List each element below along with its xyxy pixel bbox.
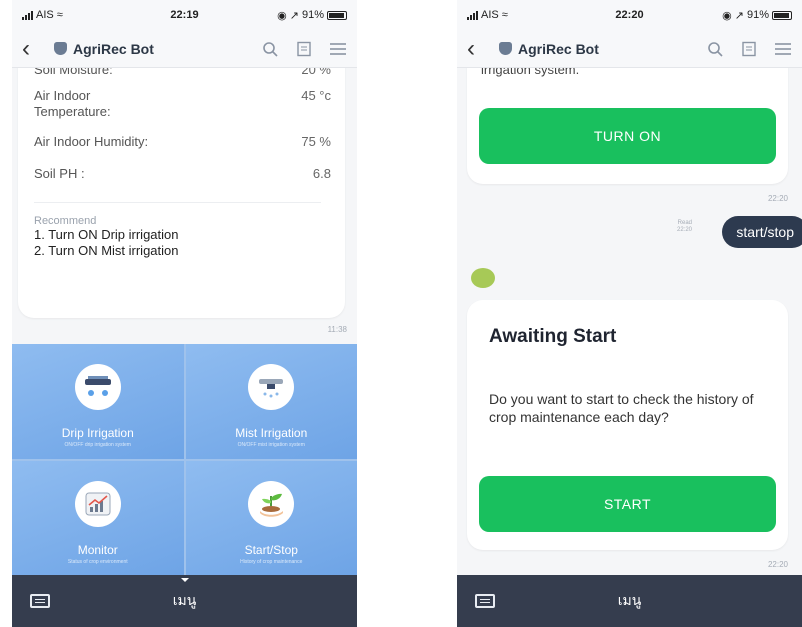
status-bar: AIS ≈ 22:19 ◉ ↗ 91% xyxy=(12,0,357,30)
location-icon: ◉ xyxy=(277,9,287,22)
back-icon[interactable]: ‹ xyxy=(22,36,44,61)
status-right: ◉ ↗ 91% xyxy=(277,9,347,22)
wifi-icon: ≈ xyxy=(56,9,63,21)
official-shield-icon xyxy=(499,42,512,55)
status-bar: AIS ≈ 22:20 ◉ ↗ 91% xyxy=(457,0,802,30)
user-message-bubble[interactable]: start/stop xyxy=(722,216,802,248)
card-body: Do you want to start to check the histor… xyxy=(489,391,754,425)
hamburger-menu-icon[interactable] xyxy=(774,40,792,58)
soil-moisture-value: 20 % xyxy=(301,68,331,77)
card-partial-text: irrigation system. xyxy=(481,68,580,77)
message-timestamp: 11:38 xyxy=(327,325,347,334)
notes-icon[interactable] xyxy=(740,40,758,58)
sensor-status-card: Soil Moisture: 20 % Air Indoor Temperatu… xyxy=(18,68,345,318)
read-label: Read xyxy=(677,220,692,226)
search-icon[interactable] xyxy=(706,40,724,58)
caret-down-icon xyxy=(180,578,189,582)
bluetooth-icon: ↗ xyxy=(734,9,744,22)
tile-name: Mist Irrigation xyxy=(235,426,308,440)
read-receipt: Read 22:20 xyxy=(677,220,692,234)
chat-header: ‹ AgriRec Bot xyxy=(12,30,357,68)
read-time: 22:20 xyxy=(676,227,692,233)
card-title: Awaiting Start xyxy=(489,326,617,347)
irrigation-card: irrigation system. TURN ON xyxy=(467,68,788,184)
air-humidity-label: Air Indoor Humidity: xyxy=(34,134,149,149)
carrier-indicator: AIS ≈ xyxy=(22,9,63,21)
tile-name: Start/Stop xyxy=(244,542,298,557)
drip-irrigation-icon xyxy=(74,364,121,410)
menu-label: เมนู xyxy=(617,592,642,608)
soil-ph-label: Soil PH : xyxy=(34,166,85,181)
battery-percent: 91% xyxy=(746,9,769,21)
keyboard-icon[interactable] xyxy=(30,594,50,608)
card-divider xyxy=(34,202,321,203)
back-icon[interactable]: ‹ xyxy=(467,36,489,61)
keyboard-icon[interactable] xyxy=(475,594,495,608)
chat-area[interactable]: irrigation system. TURN ON 22:20 Read 22… xyxy=(457,68,802,575)
air-temperature-row: Air Indoor Temperature: 45 °c xyxy=(34,88,331,120)
awaiting-start-card: Awaiting Start Do you want to start to c… xyxy=(467,300,788,550)
message-timestamp: 22:20 xyxy=(767,194,788,203)
signal-icon xyxy=(22,10,33,20)
carrier-name: AIS xyxy=(36,9,54,21)
air-temperature-label: Air Indoor Temperature: xyxy=(34,88,111,119)
soil-ph-row: Soil PH : 6.8 xyxy=(34,166,331,182)
menu-label: เมนู xyxy=(172,592,197,608)
monitor-chart-icon xyxy=(74,480,121,527)
sprout-hand-icon xyxy=(248,480,295,527)
soil-ph-value: 6.8 xyxy=(312,166,331,181)
rich-menu-drip-irrigation[interactable]: Drip Irrigation ON/OFF drip irrigation s… xyxy=(12,344,184,459)
bottom-bar: เมนู xyxy=(12,575,357,627)
official-shield-icon xyxy=(54,42,67,55)
carrier-name: AIS xyxy=(481,9,499,21)
mist-irrigation-icon xyxy=(248,364,295,410)
recommend-line-2: 2. Turn ON Mist irrigation xyxy=(34,243,179,258)
tile-description: ON/OFF drip irrigation system xyxy=(64,442,131,448)
location-icon: ◉ xyxy=(722,9,732,22)
battery-icon xyxy=(772,10,792,20)
menu-toggle[interactable]: เมนู xyxy=(50,578,319,612)
tile-name: Monitor xyxy=(77,542,118,557)
air-humidity-row: Air Indoor Humidity: 75 % xyxy=(34,134,331,150)
rich-menu-mist-irrigation[interactable]: Mist Irrigation ON/OFF mist irrigation s… xyxy=(185,344,357,459)
tile-description: History of crop maintenance xyxy=(240,558,303,565)
signal-icon xyxy=(467,10,478,20)
soil-moisture-label: Soil Moisture: xyxy=(34,68,113,77)
wifi-icon: ≈ xyxy=(501,9,508,21)
tile-description: Status of crop environment xyxy=(67,558,128,565)
air-humidity-value: 75 % xyxy=(301,134,331,149)
chat-area[interactable]: Soil Moisture: 20 % Air Indoor Temperatu… xyxy=(12,68,357,344)
status-right: ◉ ↗ 91% xyxy=(722,9,792,22)
message-timestamp: 22:20 xyxy=(767,560,788,569)
chat-header: ‹ AgriRec Bot xyxy=(457,30,802,68)
bluetooth-icon: ↗ xyxy=(289,9,299,22)
menu-toggle[interactable]: เมนู xyxy=(495,590,764,612)
turn-on-button[interactable]: TURN ON xyxy=(479,108,776,164)
left-phone-screen: AIS ≈ 22:19 ◉ ↗ 91% ‹ AgriRec Bot Soil M… xyxy=(12,0,357,627)
bottom-bar: เมนู xyxy=(457,575,802,627)
tile-description: ON/OFF mist irrigation system xyxy=(237,442,305,448)
bot-avatar-icon xyxy=(471,268,495,288)
right-phone-screen: AIS ≈ 22:20 ◉ ↗ 91% ‹ AgriRec Bot irriga… xyxy=(457,0,802,627)
rich-menu: Drip Irrigation ON/OFF drip irrigation s… xyxy=(12,344,357,575)
tile-name: Drip Irrigation xyxy=(61,426,134,440)
search-icon[interactable] xyxy=(261,40,279,58)
chat-title: AgriRec Bot xyxy=(518,40,599,57)
rich-menu-start-stop[interactable]: Start/Stop History of crop maintenance xyxy=(185,460,357,575)
recommend-heading: Recommend xyxy=(34,215,97,227)
air-temperature-value: 45 °c xyxy=(301,88,331,103)
battery-icon xyxy=(327,10,347,20)
battery-percent: 91% xyxy=(301,9,324,21)
soil-moisture-row: Soil Moisture: 20 % xyxy=(34,68,331,78)
start-button[interactable]: START xyxy=(479,476,776,532)
carrier-indicator: AIS ≈ xyxy=(467,9,508,21)
hamburger-menu-icon[interactable] xyxy=(329,40,347,58)
recommend-line-1: 1. Turn ON Drip irrigation xyxy=(34,227,179,242)
rich-menu-monitor[interactable]: Monitor Status of crop environment xyxy=(12,460,184,575)
notes-icon[interactable] xyxy=(295,40,313,58)
chat-title: AgriRec Bot xyxy=(73,40,154,57)
